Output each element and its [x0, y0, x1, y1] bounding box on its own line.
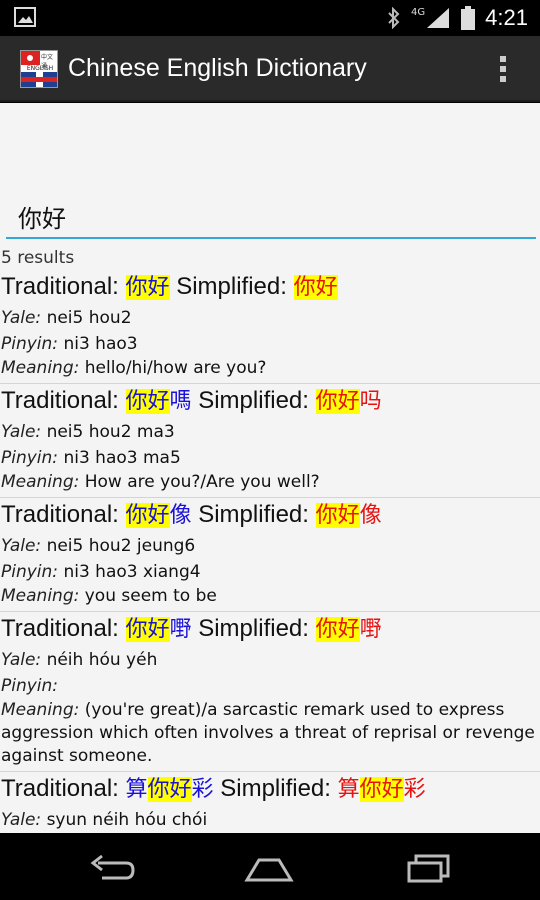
- app-title: Chinese English Dictionary: [68, 54, 367, 82]
- meaning-row: Meaning: you seem to be: [1, 586, 217, 606]
- simplified-word: 你好像: [315, 503, 382, 528]
- traditional-label: Traditional:: [1, 273, 119, 300]
- traditional-label: Traditional:: [1, 501, 119, 528]
- simplified-label: Simplified:: [198, 501, 309, 528]
- result-headline: Traditional: 你好嘢 Simplified: 你好嘢: [1, 612, 538, 647]
- traditional-word: 你好像: [125, 503, 192, 528]
- action-bar: 中文通 ENGLISH Chinese English Dictionary: [0, 36, 540, 102]
- result-item[interactable]: Traditional: 你好 Simplified: 你好 Yale: nei…: [0, 270, 540, 384]
- result-headline: Traditional: 算你好彩 Simplified: 算你好彩: [1, 772, 538, 807]
- pinyin-row: Pinyin: ni3 hao3 xiang4: [1, 562, 201, 582]
- traditional-word: 你好嗎: [125, 389, 192, 414]
- status-bar: 4G 4:21: [0, 0, 540, 36]
- home-button[interactable]: [244, 853, 294, 883]
- status-icons: 4G 4:21: [387, 0, 528, 36]
- traditional-label: Traditional:: [1, 387, 119, 414]
- back-icon: [90, 854, 135, 880]
- simplified-word: 你好: [293, 275, 338, 300]
- results-list[interactable]: Traditional: 你好 Simplified: 你好 Yale: nei…: [0, 270, 540, 833]
- simplified-word: 你好吗: [315, 389, 382, 414]
- meaning-row: Meaning: hello/hi/how are you?: [1, 358, 267, 378]
- meaning-row: Meaning: (you're great)/a sarcastic rema…: [1, 700, 535, 766]
- image-notification-icon: [14, 7, 36, 31]
- search-input[interactable]: [6, 195, 536, 239]
- simplified-label: Simplified:: [198, 387, 309, 414]
- pinyin-row: Pinyin: ni3 hao3: [1, 334, 138, 354]
- result-headline: Traditional: 你好嗎 Simplified: 你好吗: [1, 384, 538, 419]
- simplified-word: 你好嘢: [315, 617, 382, 642]
- result-item[interactable]: Traditional: 你好嘢 Simplified: 你好嘢 Yale: n…: [0, 612, 540, 772]
- traditional-label: Traditional:: [1, 615, 119, 642]
- traditional-label: Traditional:: [1, 775, 119, 802]
- result-item[interactable]: Traditional: 你好像 Simplified: 你好像 Yale: n…: [0, 498, 540, 612]
- overflow-menu-icon[interactable]: [499, 56, 507, 84]
- result-headline: Traditional: 你好像 Simplified: 你好像: [1, 498, 538, 533]
- status-time: 4:21: [485, 5, 528, 30]
- navigation-bar: [0, 834, 540, 900]
- recents-button[interactable]: [404, 853, 454, 883]
- yale-row: Yale: nei5 hou2: [1, 308, 132, 328]
- yale-row: Yale: nei5 hou2 jeung6: [1, 536, 196, 556]
- home-icon: [244, 858, 294, 882]
- network-type-label: 4G: [411, 6, 426, 18]
- traditional-word: 你好嘢: [125, 617, 192, 642]
- results-count: 5 results: [1, 248, 75, 268]
- result-headline: Traditional: 你好 Simplified: 你好: [1, 270, 538, 305]
- search-field-container: [6, 195, 536, 239]
- yale-row: Yale: néih hóu yéh: [1, 650, 158, 670]
- simplified-word: 算你好彩: [337, 777, 426, 802]
- simplified-label: Simplified:: [176, 273, 287, 300]
- signal-icon: [427, 8, 450, 28]
- yale-row: Yale: syun néih hóu chói: [1, 810, 208, 830]
- traditional-word: 算你好彩: [125, 777, 214, 802]
- app-logo-icon[interactable]: 中文通 ENGLISH: [20, 50, 58, 88]
- main-content: 5 results Traditional: 你好 Simplified: 你好…: [0, 103, 540, 833]
- traditional-word: 你好: [125, 275, 170, 300]
- bluetooth-icon: [388, 7, 400, 29]
- back-button[interactable]: [88, 853, 138, 883]
- yale-row: Yale: nei5 hou2 ma3: [1, 422, 175, 442]
- simplified-label: Simplified:: [198, 615, 309, 642]
- recents-icon: [407, 854, 450, 883]
- meaning-row: Meaning: How are you?/Are you well?: [1, 472, 320, 492]
- pinyin-row: Pinyin: ni3 hao3 ma5: [1, 448, 181, 468]
- result-item[interactable]: Traditional: 你好嗎 Simplified: 你好吗 Yale: n…: [0, 384, 540, 498]
- pinyin-row: Pinyin:: [1, 676, 59, 696]
- simplified-label: Simplified:: [220, 775, 331, 802]
- battery-icon: [461, 6, 476, 30]
- result-item[interactable]: Traditional: 算你好彩 Simplified: 算你好彩 Yale:…: [0, 772, 540, 833]
